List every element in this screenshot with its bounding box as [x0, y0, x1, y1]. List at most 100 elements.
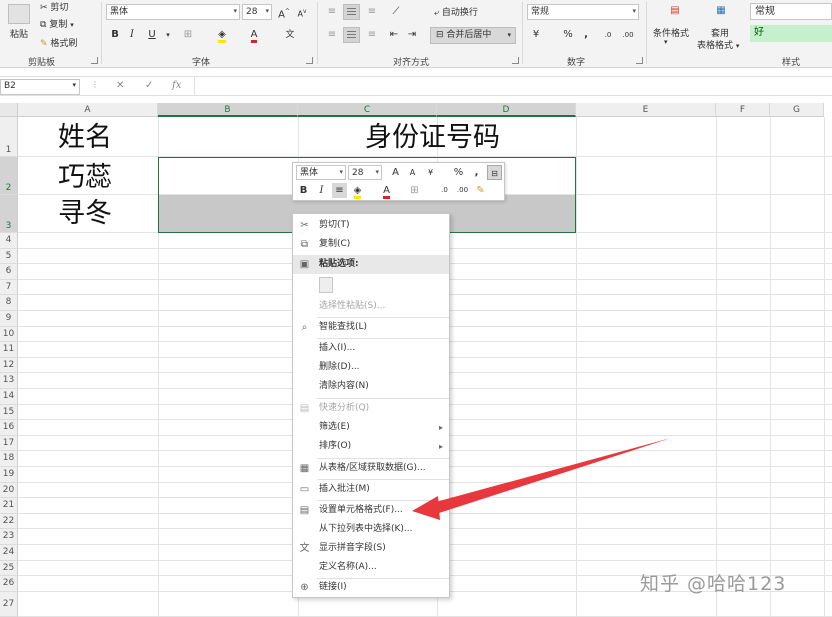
- menu-item-clear-contents[interactable]: 清除内容(N): [293, 377, 449, 396]
- mini-merge-icon[interactable]: ⊟: [487, 165, 502, 180]
- row-header[interactable]: 2: [0, 157, 18, 195]
- menu-item-copy[interactable]: ⧉ 复制(C): [293, 235, 449, 254]
- row-header[interactable]: 11: [0, 342, 18, 358]
- alignment-launcher-icon[interactable]: [512, 57, 519, 64]
- mini-comma-button[interactable]: ,: [469, 165, 484, 180]
- border-icon[interactable]: ⊞: [180, 27, 196, 43]
- cell-a2[interactable]: 巧蕊: [58, 163, 112, 193]
- row-header[interactable]: 20: [0, 482, 18, 499]
- style-normal[interactable]: 常规: [750, 3, 832, 20]
- style-good[interactable]: 好: [750, 25, 832, 42]
- bold-button[interactable]: B: [107, 27, 123, 43]
- increase-indent-icon[interactable]: ⇥: [404, 27, 420, 43]
- align-bottom-icon[interactable]: ≡: [364, 4, 380, 20]
- menu-item-paste-special[interactable]: 选择性粘贴(S)...: [293, 297, 449, 316]
- currency-icon[interactable]: ¥: [528, 27, 544, 43]
- align-middle-button[interactable]: [343, 4, 360, 20]
- comma-button[interactable]: ,: [578, 27, 594, 43]
- table-format-icon[interactable]: ▦: [712, 3, 730, 21]
- font-size-combo[interactable]: 28 ▾: [242, 4, 272, 20]
- wrap-text-button[interactable]: ⤶ 自动换行: [434, 5, 478, 18]
- decrease-indent-icon[interactable]: ⇤: [386, 27, 402, 43]
- orientation-icon[interactable]: ⟋: [388, 4, 404, 20]
- enter-icon[interactable]: ✓: [145, 80, 153, 91]
- row-header[interactable]: 6: [0, 264, 18, 280]
- row-header[interactable]: 21: [0, 498, 18, 514]
- mini-grow-font-button[interactable]: A: [388, 165, 403, 180]
- font-launcher-icon[interactable]: [306, 57, 313, 64]
- mini-percent-button[interactable]: %: [451, 165, 466, 180]
- row-header[interactable]: 15: [0, 404, 18, 421]
- merge-center-button[interactable]: ⊟ 合并后居中 ▾: [430, 27, 516, 44]
- copy-button[interactable]: ⧉ 复制 ▾: [40, 17, 74, 30]
- conditional-format-icon[interactable]: ▤: [666, 3, 684, 21]
- shrink-font-button[interactable]: Av: [294, 4, 310, 20]
- row-header[interactable]: 4: [0, 233, 18, 249]
- menu-item-insert-comment[interactable]: ▭ 插入批注(M): [293, 480, 449, 499]
- row-header[interactable]: 8: [0, 295, 18, 311]
- menu-item-delete[interactable]: 删除(D)...: [293, 358, 449, 377]
- column-header-c[interactable]: C: [298, 103, 437, 117]
- mini-font-size-combo[interactable]: 28 ▾: [348, 165, 382, 180]
- cancel-icon[interactable]: ✕: [116, 80, 124, 91]
- column-header-a[interactable]: A: [18, 103, 158, 117]
- row-header[interactable]: 3: [0, 195, 18, 233]
- phonetic-button[interactable]: 文: [282, 27, 298, 43]
- row-header[interactable]: 9: [0, 311, 18, 327]
- row-header[interactable]: 23: [0, 529, 18, 545]
- column-header-f[interactable]: F: [716, 103, 770, 117]
- align-center-button[interactable]: [343, 27, 360, 43]
- chevron-down-icon[interactable]: ▾: [160, 27, 176, 43]
- paste-button[interactable]: 粘贴: [10, 27, 28, 40]
- italic-button[interactable]: I: [124, 27, 140, 43]
- menu-item-quick-analysis[interactable]: ▤ 快速分析(Q): [293, 399, 449, 418]
- mini-font-name-combo[interactable]: 黑体 ▾: [296, 165, 346, 180]
- menu-item-pick-from-list[interactable]: 从下拉列表中选择(K)...: [293, 520, 449, 539]
- mini-shrink-font-button[interactable]: A: [405, 165, 420, 180]
- cut-button[interactable]: ✂ 剪切: [40, 0, 68, 13]
- row-header[interactable]: 16: [0, 420, 18, 436]
- column-header-b[interactable]: B: [158, 103, 298, 117]
- row-header[interactable]: 24: [0, 545, 18, 561]
- menu-item-cut[interactable]: ✂ 剪切(T): [293, 216, 449, 235]
- clipboard-launcher-icon[interactable]: [91, 57, 98, 64]
- mini-border-icon[interactable]: ⊞: [407, 183, 422, 198]
- align-left-icon[interactable]: ≡: [324, 27, 340, 43]
- row-header[interactable]: 26: [0, 576, 18, 592]
- row-header[interactable]: 22: [0, 513, 18, 530]
- row-header[interactable]: 12: [0, 357, 18, 374]
- row-header[interactable]: 19: [0, 467, 18, 483]
- number-format-combo[interactable]: 常规 ▾: [527, 4, 639, 20]
- mini-increase-decimal-icon[interactable]: .0: [437, 183, 452, 198]
- mini-decrease-decimal-icon[interactable]: .00: [455, 183, 470, 198]
- cell-a1[interactable]: 姓名: [58, 123, 112, 153]
- name-box[interactable]: B2 ▾: [0, 79, 80, 95]
- grow-font-button[interactable]: A^: [276, 4, 292, 20]
- row-header[interactable]: 1: [0, 117, 18, 157]
- menu-item-sort[interactable]: 排序(O) ▸: [293, 437, 449, 456]
- align-top-icon[interactable]: ≡: [324, 4, 340, 20]
- row-header[interactable]: 10: [0, 326, 18, 343]
- underline-button[interactable]: U: [144, 27, 160, 43]
- font-name-combo[interactable]: 黑体 ▾: [106, 4, 240, 20]
- menu-item-insert[interactable]: 插入(I)...: [293, 339, 449, 358]
- mini-currency-icon[interactable]: ¥: [423, 165, 438, 180]
- menu-item-filter[interactable]: 筛选(E) ▸: [293, 418, 449, 437]
- column-header-e[interactable]: E: [576, 103, 716, 117]
- row-header[interactable]: 13: [0, 373, 18, 389]
- paste-icon[interactable]: [8, 4, 30, 24]
- mini-bold-button[interactable]: B: [296, 183, 311, 198]
- cell-a3[interactable]: 寻冬: [58, 199, 112, 229]
- fill-color-button[interactable]: ◈: [214, 27, 230, 43]
- paste-option-icon[interactable]: [319, 277, 333, 293]
- select-all-corner[interactable]: [0, 103, 18, 117]
- menu-item-show-phonetic[interactable]: 文显示拼音字段(S): [293, 539, 449, 558]
- format-painter-button[interactable]: ✎ 格式刷: [40, 36, 77, 49]
- align-right-icon[interactable]: ≡: [364, 27, 380, 43]
- fx-icon[interactable]: fx: [172, 80, 181, 91]
- column-header-g[interactable]: G: [770, 103, 824, 117]
- row-header[interactable]: 14: [0, 389, 18, 405]
- decrease-decimal-icon[interactable]: .00: [620, 27, 636, 43]
- row-header[interactable]: 7: [0, 279, 18, 296]
- menu-item-format-cells[interactable]: ▤ 设置单元格格式(F)...: [293, 501, 449, 520]
